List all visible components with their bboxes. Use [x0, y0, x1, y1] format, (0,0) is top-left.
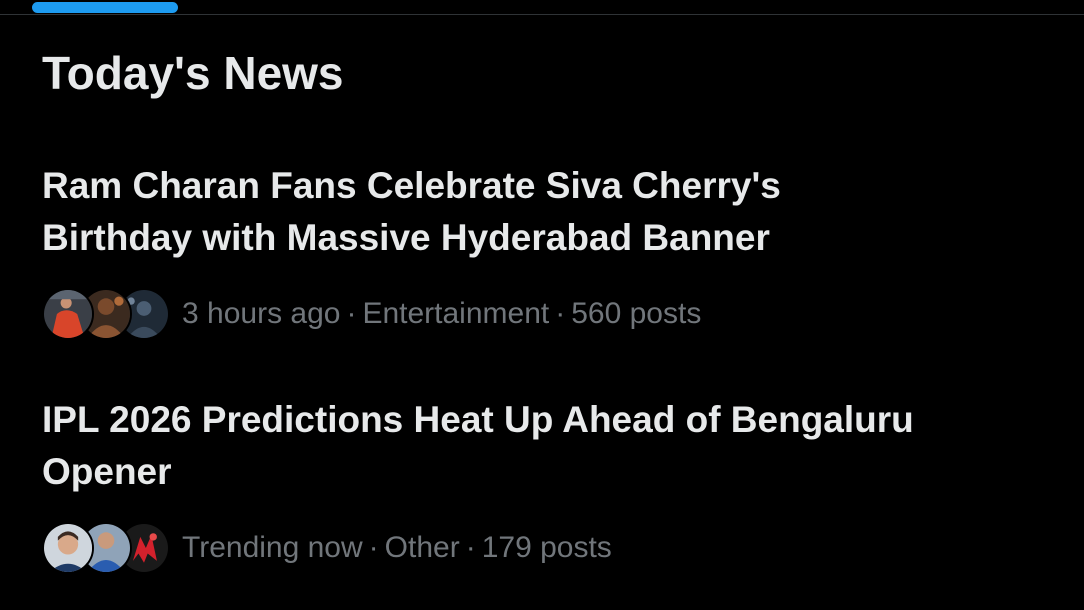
news-headline[interactable]: Ram Charan Fans Celebrate Siva Cherry's …: [42, 160, 1052, 264]
section-title: Today's News: [42, 47, 344, 99]
active-tab-indicator: [32, 2, 178, 13]
meta-separator: ·: [555, 297, 566, 330]
news-item[interactable]: Ram Charan Fans Celebrate Siva Cherry's …: [42, 160, 1052, 342]
headline-line-1: Ram Charan Fans Celebrate Siva Cherry's: [42, 165, 781, 206]
news-category: Entertainment: [362, 297, 550, 330]
news-meta-row: Trending now · Other · 179 posts: [42, 520, 1052, 576]
headline-line-2: Opener: [42, 451, 172, 492]
person-red-shirt-avatar: [42, 288, 94, 340]
meta-separator: ·: [465, 531, 476, 564]
headline-line-2: Birthday with Massive Hyderabad Banner: [42, 217, 770, 258]
cricketer-portrait-avatar: [42, 522, 94, 574]
news-item[interactable]: IPL 2026 Predictions Heat Up Ahead of Be…: [42, 394, 1052, 576]
meta-separator: ·: [346, 297, 357, 330]
news-post-count: 179 posts: [481, 531, 612, 564]
meta-separator: ·: [368, 531, 379, 564]
top-divider: [0, 14, 1084, 15]
news-time: 3 hours ago: [182, 297, 341, 330]
news-headline[interactable]: IPL 2026 Predictions Heat Up Ahead of Be…: [42, 394, 1052, 498]
avatar-group: [42, 522, 182, 574]
news-meta-row: 3 hours ago · Entertainment · 560 posts: [42, 286, 1052, 342]
headline-line-1: IPL 2026 Predictions Heat Up Ahead of Be…: [42, 399, 914, 440]
news-time: Trending now: [182, 531, 363, 564]
avatar-group: [42, 288, 182, 340]
news-post-count: 560 posts: [571, 297, 702, 330]
news-category: Other: [384, 531, 460, 564]
news-meta-text: Trending now · Other · 179 posts: [182, 528, 612, 568]
news-meta-text: 3 hours ago · Entertainment · 560 posts: [182, 294, 701, 334]
